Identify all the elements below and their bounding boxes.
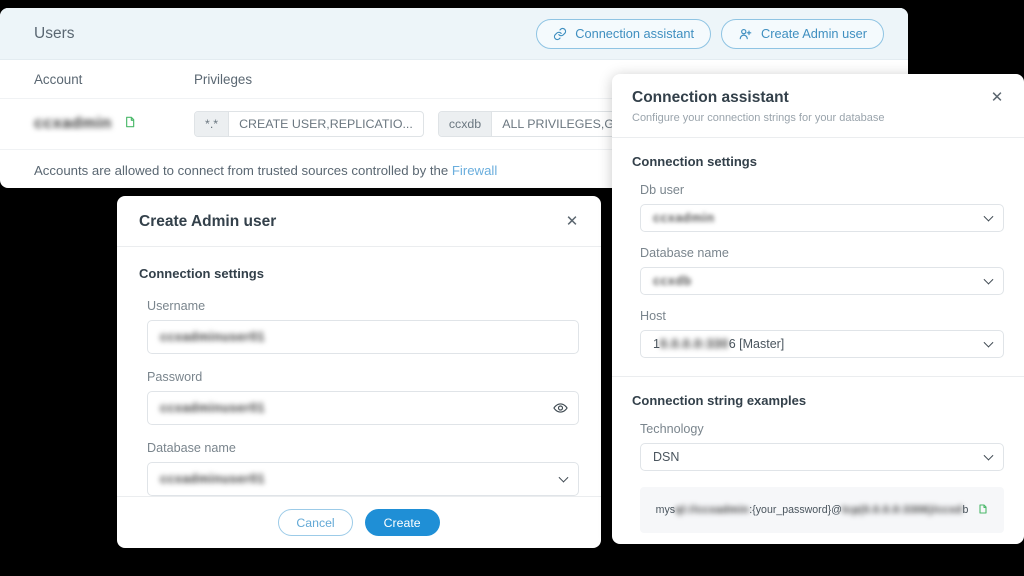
db-user-label: Db user <box>640 183 685 197</box>
technology-field-group: Technology DSN <box>632 422 1004 471</box>
connection-string-text: mysql://ccxadmin:{your_password}@tcp(0.0… <box>656 504 969 516</box>
connection-string-prefix: mys <box>655 504 676 516</box>
connection-settings-section: Connection settings Db user ccxadmin Dat… <box>612 138 1024 377</box>
db-user-value: ccxadmin <box>653 211 715 225</box>
users-card-header: Users Connection assistant Create Admin … <box>0 8 908 60</box>
database-name-field-group: Database name ccxdb <box>632 246 1004 295</box>
create-admin-modal-body: Connection settings Username ccxadminuse… <box>117 247 601 496</box>
connection-string-middle: :{your_password}@ <box>749 504 842 516</box>
close-icon[interactable]: ✕ <box>563 213 581 231</box>
connection-assistant-panel: Connection assistant Configure your conn… <box>612 74 1024 544</box>
privilege-chip[interactable]: *.* CREATE USER,REPLICATIO... <box>194 111 424 137</box>
host-value-suffix: 6 [Master] <box>728 337 785 351</box>
database-name-label: Database name <box>640 246 729 260</box>
connection-string-user-redacted: ql://ccxadmin <box>675 504 750 516</box>
copy-icon[interactable] <box>976 503 988 518</box>
firewall-link[interactable]: Firewall <box>452 163 497 178</box>
account-cell: ccxadmin <box>34 115 194 134</box>
chevron-down-icon <box>983 274 994 285</box>
username-value: ccxadminuser01 <box>160 330 265 344</box>
database-name-field-group: Database name ccxadminuser01 <box>139 441 579 496</box>
link-icon <box>553 27 567 41</box>
database-name-select[interactable]: ccxadminuser01 <box>147 462 579 496</box>
privilege-chip-scope: *.* <box>195 112 230 136</box>
password-value: ccxadminuser01 <box>160 401 265 415</box>
connection-assistant-header-text: Connection assistant Configure your conn… <box>632 89 885 124</box>
page-title: Users <box>34 24 75 42</box>
technology-label: Technology <box>640 422 704 436</box>
column-header-account: Account <box>34 71 83 87</box>
host-select[interactable]: 1 0.0.0.0:330 6 [Master] <box>640 330 1004 358</box>
header-actions: Connection assistant Create Admin user <box>536 18 884 49</box>
create-admin-user-button[interactable]: Create Admin user <box>721 18 884 49</box>
database-name-select[interactable]: ccxdb <box>640 267 1004 295</box>
database-name-value: ccxadminuser01 <box>160 472 265 486</box>
cancel-button[interactable]: Cancel <box>278 509 353 536</box>
close-icon[interactable]: ✕ <box>988 89 1006 107</box>
database-name-value: ccxdb <box>653 274 692 288</box>
connection-assistant-button-label: Connection assistant <box>575 26 695 41</box>
create-admin-modal-footer: Cancel Create <box>117 496 601 548</box>
connection-string-host-redacted: tcp(0.0.0.0:3306)/ccxd <box>841 504 963 516</box>
chevron-down-icon <box>983 337 994 348</box>
host-label: Host <box>640 309 666 323</box>
connection-assistant-button[interactable]: Connection assistant <box>536 18 712 49</box>
chevron-down-icon <box>983 211 994 222</box>
host-value-prefix: 1 <box>653 337 660 351</box>
copy-icon[interactable] <box>122 115 136 134</box>
connection-assistant-title: Connection assistant <box>632 89 789 106</box>
create-button[interactable]: Create <box>364 509 440 536</box>
password-field-group: Password ccxadminuser01 <box>139 370 579 425</box>
eye-icon[interactable] <box>553 401 568 416</box>
username-label: Username <box>147 299 206 313</box>
create-admin-user-button-label: Create Admin user <box>761 26 867 41</box>
password-label: Password <box>147 370 203 384</box>
connection-string-examples-section: Connection string examples Technology DS… <box>612 377 1024 544</box>
create-admin-modal-header: Create Admin user ✕ <box>117 196 601 247</box>
technology-select[interactable]: DSN <box>640 443 1004 471</box>
host-field-group: Host 1 0.0.0.0:330 6 [Master] <box>632 309 1004 358</box>
connection-string-box: mysql://ccxadmin:{your_password}@tcp(0.0… <box>640 487 1004 533</box>
create-admin-user-modal: Create Admin user ✕ Connection settings … <box>117 196 601 548</box>
app-root: Users Connection assistant Create Admin … <box>0 0 1024 576</box>
connection-assistant-header: Connection assistant Configure your conn… <box>612 74 1024 138</box>
host-value-redacted: 0.0.0.0:330 <box>659 337 729 351</box>
chevron-down-icon <box>558 472 569 483</box>
create-admin-modal-title: Create Admin user <box>139 213 277 230</box>
db-user-select[interactable]: ccxadmin <box>640 204 1004 232</box>
firewall-note-text: Accounts are allowed to connect from tru… <box>34 163 452 178</box>
database-name-label: Database name <box>147 441 236 455</box>
password-input[interactable]: ccxadminuser01 <box>147 391 579 425</box>
privilege-chip-grants: CREATE USER,REPLICATIO... <box>239 117 413 131</box>
connection-settings-heading: Connection settings <box>632 154 757 169</box>
connection-string-suffix: b <box>962 504 969 516</box>
privilege-chip-scope: ccxdb <box>438 112 493 136</box>
db-user-field-group: Db user ccxadmin <box>632 183 1004 232</box>
chevron-down-icon <box>983 450 994 461</box>
connection-string-examples-heading: Connection string examples <box>632 393 807 408</box>
connection-settings-heading: Connection settings <box>139 266 264 281</box>
technology-value: DSN <box>653 450 680 464</box>
account-name: ccxadmin <box>34 115 112 132</box>
username-input[interactable]: ccxadminuser01 <box>147 320 579 354</box>
connection-assistant-subtitle: Configure your connection strings for yo… <box>632 112 885 124</box>
username-field-group: Username ccxadminuser01 <box>139 299 579 354</box>
user-plus-icon <box>738 27 753 41</box>
